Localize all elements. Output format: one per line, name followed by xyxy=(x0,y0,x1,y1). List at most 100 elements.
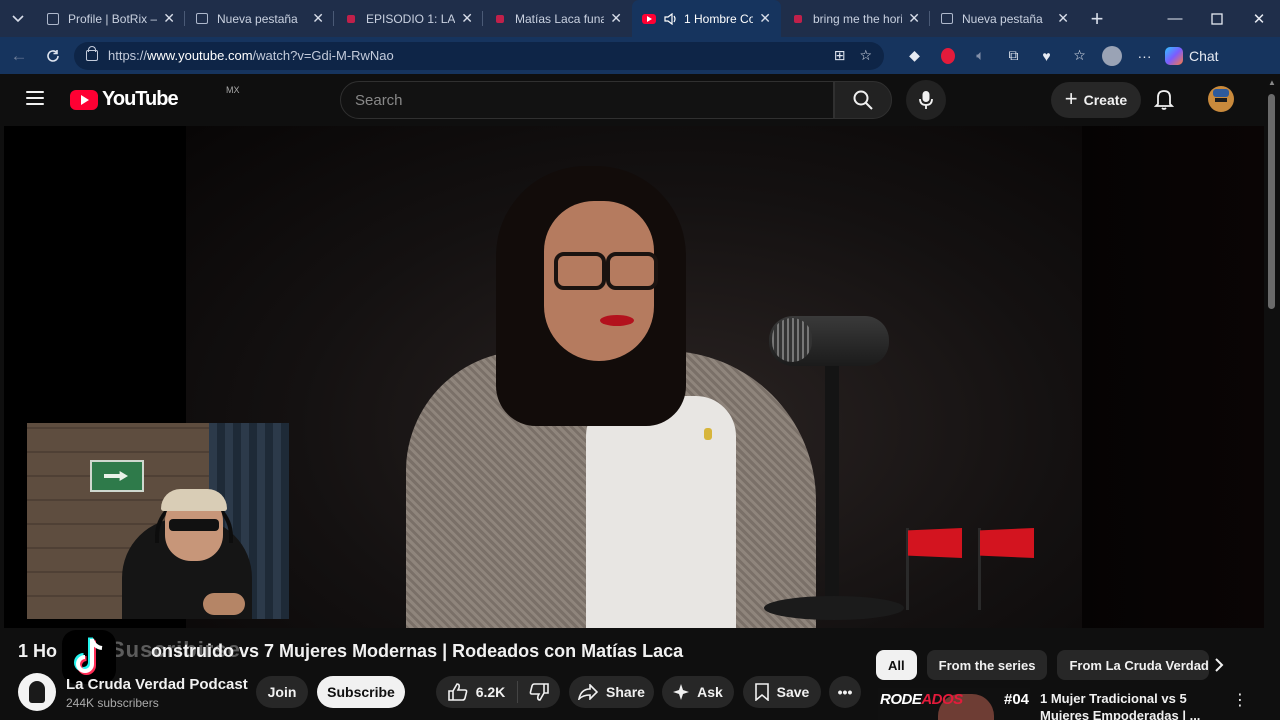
window-controls: — ✕ xyxy=(1154,0,1280,37)
close-icon[interactable]: ✕ xyxy=(610,10,622,27)
country-code: MX xyxy=(226,85,240,95)
favorites-icon[interactable]: ☆ xyxy=(1063,37,1096,74)
join-label: Join xyxy=(267,684,297,700)
browser-essentials-icon[interactable]: ♥︎ xyxy=(1030,37,1063,74)
chevron-right-icon[interactable] xyxy=(1214,658,1224,677)
extension-diamond-icon[interactable]: ◆ xyxy=(898,37,931,74)
join-button[interactable]: Join xyxy=(256,676,308,708)
copilot-chat-button[interactable]: Chat xyxy=(1165,37,1219,74)
extensions-row: ◆ 🔈︎ ⧉ ♥︎ ☆ ··· Chat xyxy=(898,37,1219,74)
more-menu-icon[interactable]: ··· xyxy=(1128,37,1161,74)
video-pillarbox-right xyxy=(1082,126,1264,628)
scrollbar-thumb[interactable] xyxy=(1268,94,1275,309)
recommendation-chips: All From the series From La Cruda Verdad… xyxy=(876,650,1210,680)
page-icon xyxy=(940,12,954,26)
site-info-lock-icon[interactable] xyxy=(86,46,98,61)
ask-button[interactable]: Ask xyxy=(662,676,734,708)
tab-nueva-pestana[interactable]: Nueva pestaña ✕ xyxy=(185,0,334,37)
channel-avatar[interactable] xyxy=(18,673,56,711)
tab-matias-laca[interactable]: Matías Laca funa - Y ✕ xyxy=(483,0,632,37)
create-button[interactable]: + Create xyxy=(1051,82,1141,118)
youtube-icon xyxy=(642,12,656,26)
tab-botrix[interactable]: Profile | BotRix — C ✕ xyxy=(36,0,185,37)
share-arrow-icon xyxy=(578,684,599,700)
tab-title: bring me the horizo xyxy=(813,11,902,26)
minimize-icon[interactable]: — xyxy=(1154,0,1196,37)
red-flag xyxy=(908,528,962,558)
chip-all[interactable]: All xyxy=(876,650,917,680)
tab-title: 1 Hombre Con xyxy=(684,11,754,26)
favorite-star-icon[interactable]: ☆ xyxy=(859,47,872,64)
share-button[interactable]: Share xyxy=(569,676,654,708)
search-input[interactable]: Search xyxy=(340,81,834,119)
thumbnail-tag-b: ADOS xyxy=(921,691,963,708)
app-install-icon[interactable]: ⊞ xyxy=(834,47,846,64)
mic-base xyxy=(764,596,904,620)
dislike-button[interactable] xyxy=(518,683,560,701)
close-icon[interactable]: ✕ xyxy=(908,10,920,27)
browser-address-bar: ← https://www.youtube.com/watch?v=Gdi-M-… xyxy=(0,37,1280,74)
speaker-glasses xyxy=(554,252,658,290)
youtube-icon xyxy=(493,12,507,26)
close-icon[interactable]: ✕ xyxy=(163,10,175,27)
subscribe-label: Subscribe xyxy=(327,684,395,700)
streamer-sunglasses xyxy=(169,519,219,531)
notifications-bell-icon[interactable] xyxy=(1153,88,1175,115)
search-button[interactable] xyxy=(834,81,892,119)
youtube-logo[interactable]: YouTube MX xyxy=(70,85,240,111)
speaker-shirt xyxy=(586,396,736,628)
recommendation-title[interactable]: 1 Mujer Tradicional vs 5 Mujeres Empoder… xyxy=(1040,690,1218,720)
url-path: /watch?v=Gdi-M-RwNao xyxy=(252,48,394,63)
back-arrow-icon[interactable]: ← xyxy=(2,37,36,74)
exit-sign xyxy=(90,460,144,492)
subscribe-button[interactable]: Subscribe xyxy=(317,676,405,708)
tab-actions-chevron-icon[interactable] xyxy=(0,0,36,37)
browser-tab-bar: Profile | BotRix — C ✕ Nueva pestaña ✕ E… xyxy=(0,0,1280,37)
close-icon[interactable]: ✕ xyxy=(312,10,324,27)
speaker-icon[interactable] xyxy=(664,12,678,26)
save-button[interactable]: Save xyxy=(743,676,821,708)
tab-bmth[interactable]: bring me the horizo ✕ xyxy=(781,0,930,37)
maximize-icon[interactable] xyxy=(1196,0,1238,37)
page-scrollbar[interactable]: ▲ xyxy=(1264,74,1280,720)
channel-name[interactable]: La Cruda Verdad Podcast xyxy=(66,676,248,693)
profile-avatar[interactable] xyxy=(1102,45,1122,66)
close-icon[interactable]: ✕ xyxy=(461,10,473,27)
url-field[interactable]: https://www.youtube.com/watch?v=Gdi-M-Rw… xyxy=(74,41,884,70)
mic-stand xyxy=(825,362,839,602)
more-vertical-icon[interactable]: ⋮ xyxy=(1232,690,1248,710)
video-title-left: 1 Ho xyxy=(18,641,58,661)
youtube-masthead: YouTube MX Search + Create xyxy=(4,74,1264,126)
tab-active-video[interactable]: 1 Hombre Con ✕ xyxy=(632,0,781,37)
like-button[interactable]: 6.2K xyxy=(436,681,518,703)
tab-nueva-pestana-2[interactable]: Nueva pestaña ✕ xyxy=(930,0,1079,37)
extension-red-icon[interactable] xyxy=(931,37,964,74)
webcam-overlay xyxy=(27,423,289,619)
chip-from-channel[interactable]: From La Cruda Verdad Po xyxy=(1057,650,1210,680)
sparkle-icon xyxy=(673,684,690,700)
voice-search-button[interactable] xyxy=(906,80,946,120)
guide-menu-icon[interactable] xyxy=(26,91,44,105)
tab-episodio[interactable]: EPISODIO 1: LA HA ✕ xyxy=(334,0,483,37)
like-dislike-group: 6.2K xyxy=(436,676,560,708)
close-window-icon[interactable]: ✕ xyxy=(1238,0,1280,37)
streamer-cap xyxy=(161,489,227,511)
account-avatar[interactable] xyxy=(1208,86,1234,112)
chat-label: Chat xyxy=(1189,47,1219,64)
subscriber-count: 244K subscribers xyxy=(66,696,159,710)
streamer-hand xyxy=(203,593,245,615)
close-icon[interactable]: ✕ xyxy=(759,10,771,27)
scroll-up-arrow-icon[interactable]: ▲ xyxy=(1268,78,1276,87)
new-tab-plus-icon[interactable]: + xyxy=(1079,0,1115,37)
bookmark-icon xyxy=(754,683,769,701)
reload-icon[interactable] xyxy=(36,37,70,74)
recommendation-thumbnail[interactable]: RODEADOS #04 xyxy=(878,688,1030,720)
url-host: www.youtube.com xyxy=(147,48,253,63)
extensions-puzzle-icon[interactable]: ⧉ xyxy=(997,37,1030,74)
chip-from-series[interactable]: From the series xyxy=(926,650,1048,680)
close-icon[interactable]: ✕ xyxy=(1057,10,1069,27)
kick-icon xyxy=(46,12,60,26)
plus-icon: + xyxy=(1064,86,1078,111)
extension-volume-icon[interactable]: 🔈︎ xyxy=(964,37,997,74)
more-actions-button[interactable]: ••• xyxy=(829,676,861,708)
